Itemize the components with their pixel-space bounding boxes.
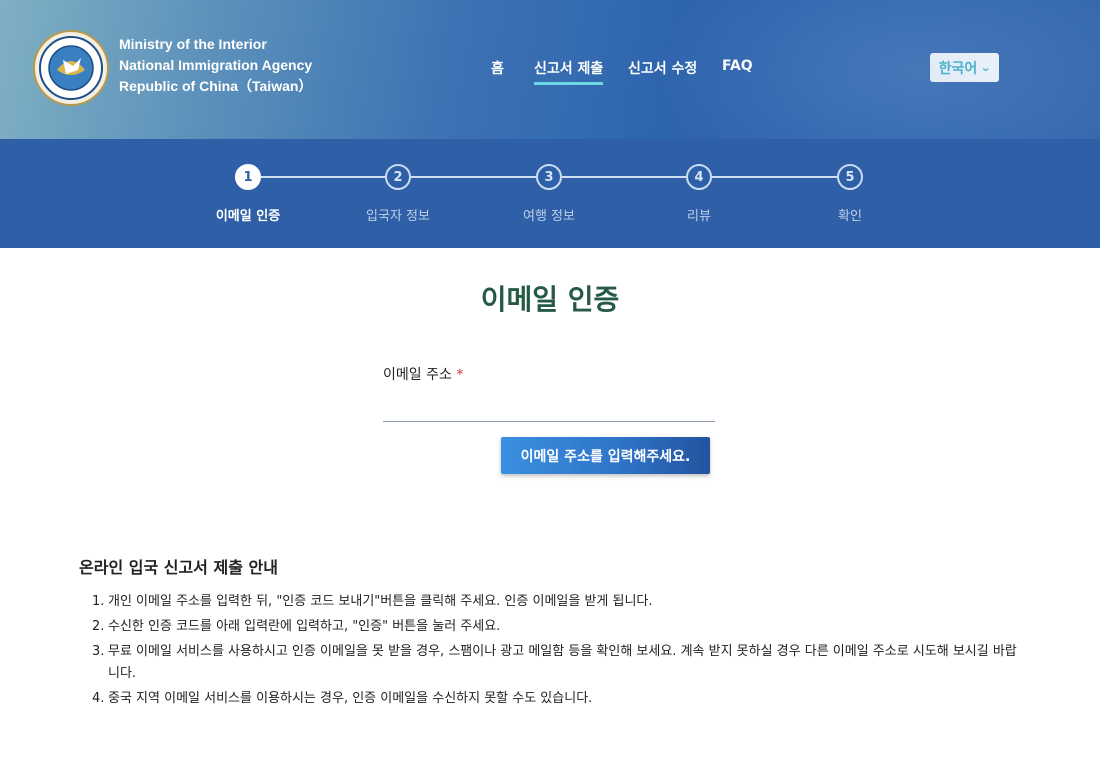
- list-item-number: 1.: [92, 594, 105, 609]
- step-2-label: 입국자 정보: [366, 209, 430, 224]
- step-2-circle: 2: [385, 164, 411, 190]
- step-3-circle: 3: [536, 164, 562, 190]
- list-item: 4. 중국 지역 이메일 서비스를 이용하시는 경우, 인증 이메일을 수신하지…: [89, 688, 1019, 710]
- page-title: 이메일 인증: [480, 283, 620, 316]
- language-selected: 한국어: [938, 60, 978, 77]
- main-nav: 홈 신고서 제출 신고서 수정 FAQ: [0, 58, 1100, 85]
- email-field[interactable]: [383, 395, 715, 422]
- list-item: 1. 개인 이메일 주소를 입력한 뒤, "인증 코드 보내기"버튼을 클릭해 …: [89, 591, 1019, 613]
- list-item-text: 개인 이메일 주소를 입력한 뒤, "인증 코드 보내기"버튼을 클릭해 주세요…: [108, 594, 653, 609]
- nav-faq[interactable]: FAQ: [722, 58, 753, 74]
- nav-home[interactable]: 홈: [491, 58, 504, 78]
- step-connector: [411, 176, 536, 178]
- list-item-number: 4.: [92, 691, 105, 706]
- guide-title: 온라인 입국 신고서 제출 안내: [79, 558, 278, 577]
- nav-submit-form[interactable]: 신고서 제출: [534, 58, 604, 85]
- chevron-down-icon: ⌄: [980, 61, 992, 74]
- step-3-label: 여행 정보: [523, 209, 575, 224]
- list-item-text: 중국 지역 이메일 서비스를 이용하시는 경우, 인증 이메일을 수신하지 못할…: [108, 691, 593, 706]
- list-item-text: 무료 이메일 서비스를 사용하시고 인증 이메일을 못 받을 경우, 스팸이나 …: [108, 644, 1017, 681]
- step-1-circle: 1: [235, 164, 261, 190]
- guide-list: 1. 개인 이메일 주소를 입력한 뒤, "인증 코드 보내기"버튼을 클릭해 …: [89, 591, 1019, 713]
- list-item: 2. 수신한 인증 코드를 아래 입력란에 입력하고, "인증" 버튼을 눌러 …: [89, 616, 1019, 638]
- step-4-circle: 4: [686, 164, 712, 190]
- language-select[interactable]: 한국어 ⌄: [930, 53, 999, 82]
- step-connector: [712, 176, 837, 178]
- email-field-label: 이메일 주소 *: [383, 364, 463, 384]
- site-header: Ministry of the Interior National Immigr…: [0, 0, 1100, 139]
- step-4-label: 리뷰: [687, 209, 711, 224]
- progress-stepper: 1 2 3 4 5 이메일 인증 입국자 정보 여행 정보 리뷰 확인: [0, 139, 1100, 248]
- step-5-circle: 5: [837, 164, 863, 190]
- list-item: 3. 무료 이메일 서비스를 사용하시고 인증 이메일을 못 받을 경우, 스팸…: [89, 641, 1019, 685]
- agency-line-1: Ministry of the Interior: [119, 36, 267, 52]
- step-connector: [261, 176, 385, 178]
- step-connector: [562, 176, 686, 178]
- required-mark: *: [456, 367, 464, 383]
- step-5-label: 확인: [838, 209, 862, 224]
- email-label-text: 이메일 주소: [383, 367, 452, 383]
- nav-edit-form[interactable]: 신고서 수정: [628, 58, 697, 78]
- list-item-number: 2.: [92, 619, 105, 634]
- list-item-text: 수신한 인증 코드를 아래 입력란에 입력하고, "인증" 버튼을 눌러 주세요…: [108, 619, 501, 634]
- step-1-label: 이메일 인증: [215, 209, 281, 224]
- list-item-number: 3.: [92, 644, 105, 659]
- send-code-button[interactable]: 이메일 주소를 입력해주세요.: [501, 437, 710, 474]
